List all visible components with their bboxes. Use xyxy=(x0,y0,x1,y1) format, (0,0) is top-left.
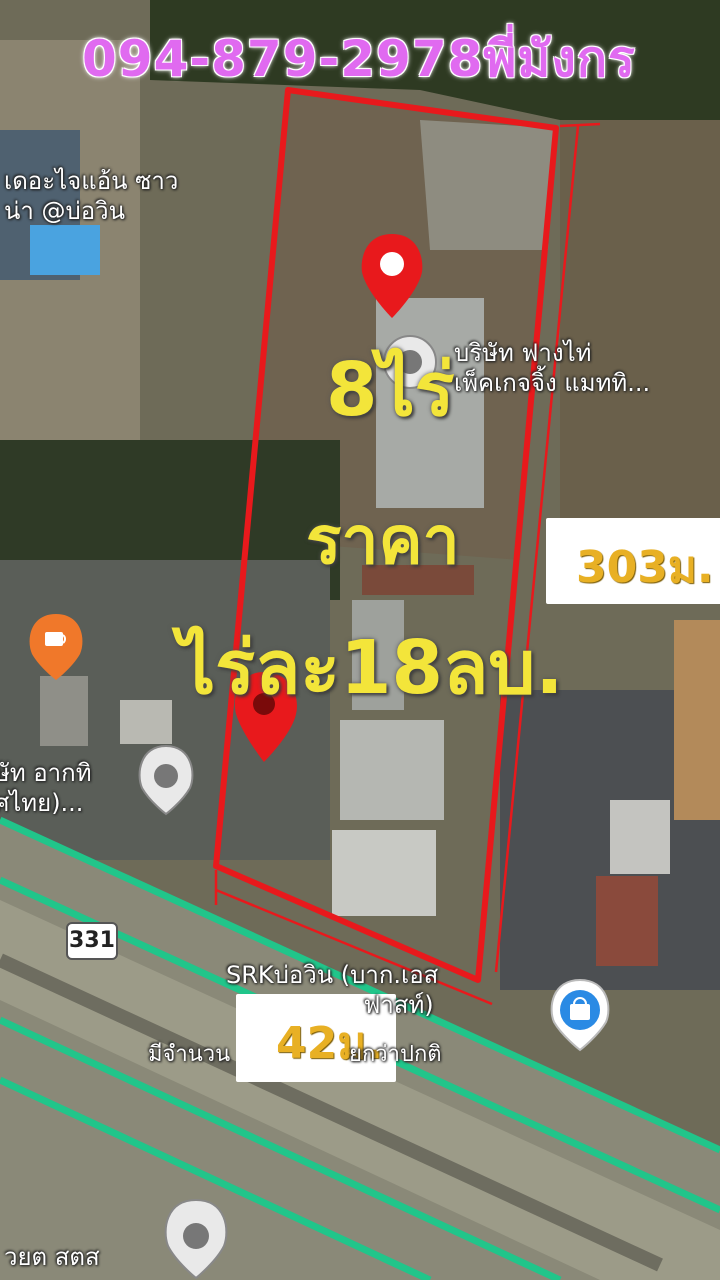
yard-building xyxy=(40,676,88,746)
red-roof-building xyxy=(596,876,658,966)
white-roof-building xyxy=(610,800,670,874)
place-label-bottom[interactable]: วยต สตส xyxy=(4,1242,100,1272)
pool xyxy=(30,225,100,275)
plot-clearing xyxy=(420,120,555,250)
yard-building xyxy=(120,700,172,744)
place-label-resort[interactable]: เดอะไจแอ้น ซาว น่า @บ่อวิน xyxy=(4,166,178,226)
side-length-box: 303ม. xyxy=(546,518,720,604)
place-label-srk-note: มีจำนวน ยกว่าปกติ xyxy=(148,1042,442,1067)
side-length-text: 303ม. xyxy=(576,542,714,593)
dirt-lot xyxy=(674,620,720,820)
land-area-label: 8ไร่ xyxy=(326,347,455,433)
warehouse-front xyxy=(332,830,436,916)
route-shield: 331 xyxy=(66,922,118,960)
place-label-packaging-company[interactable]: บริษัท ฟางไท่ เพ็คเกจจิ้ง แมททิ... xyxy=(454,338,650,398)
price-heading: ราคา xyxy=(306,502,460,579)
price-per-rai: ไร่ละ18ลบ. xyxy=(178,625,564,711)
right-field xyxy=(560,120,720,520)
warehouse-large xyxy=(340,720,444,820)
place-label-srk[interactable]: SRKบ่อวิน (บาก.เอส ฟาสท์) xyxy=(226,960,438,1020)
phone-contact: 094-879-2978พี่มังกร xyxy=(82,30,636,88)
place-label-company-left[interactable]: ษัท อากทิ ศไทย)... xyxy=(0,758,92,818)
